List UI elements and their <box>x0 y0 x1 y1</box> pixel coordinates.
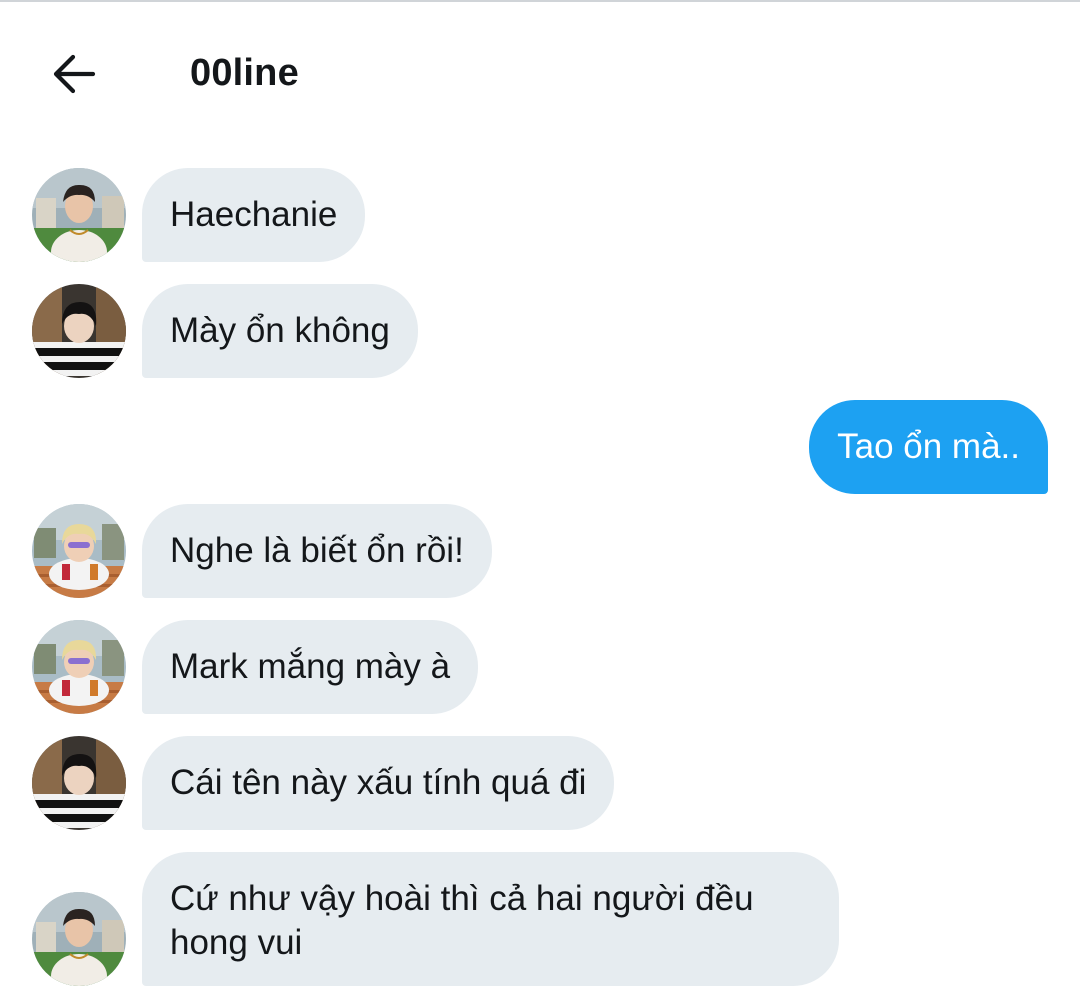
message-bubble[interactable]: Mark mắng mày à <box>142 620 479 714</box>
conversation-title: 00line <box>190 52 299 94</box>
message-text: Mày ổn không <box>170 311 390 350</box>
avatar[interactable] <box>32 504 126 598</box>
message-bubble[interactable]: Haechanie <box>142 168 366 262</box>
message-bubble[interactable]: Cái tên này xấu tính quá đi <box>142 736 615 830</box>
sent-message-bubble[interactable]: Tao ổn mà.. <box>809 400 1048 494</box>
message-text: Tao ổn mà.. <box>837 427 1020 466</box>
back-button[interactable] <box>44 44 104 104</box>
message-text: Haechanie <box>170 195 338 234</box>
message-bubble[interactable]: Cứ như vậy hoài thì cả hai người đều hon… <box>142 852 839 986</box>
avatar[interactable] <box>32 620 126 714</box>
avatar[interactable] <box>32 892 126 986</box>
message-text: Mark mắng mày à <box>170 647 451 686</box>
message-text: Cứ như vậy hoài thì cả hai người đều hon… <box>170 879 754 962</box>
message-text: Nghe là biết ổn rồi! <box>170 531 464 570</box>
avatar[interactable] <box>32 284 126 378</box>
message-text: Cái tên này xấu tính quá đi <box>170 763 587 802</box>
chat-header: 00line <box>0 2 1080 142</box>
arrow-left-icon <box>53 54 96 94</box>
message-bubble[interactable]: Mày ổn không <box>142 284 418 378</box>
message-bubble[interactable]: Nghe là biết ổn rồi! <box>142 504 492 598</box>
avatar[interactable] <box>32 168 126 262</box>
avatar[interactable] <box>32 736 126 830</box>
